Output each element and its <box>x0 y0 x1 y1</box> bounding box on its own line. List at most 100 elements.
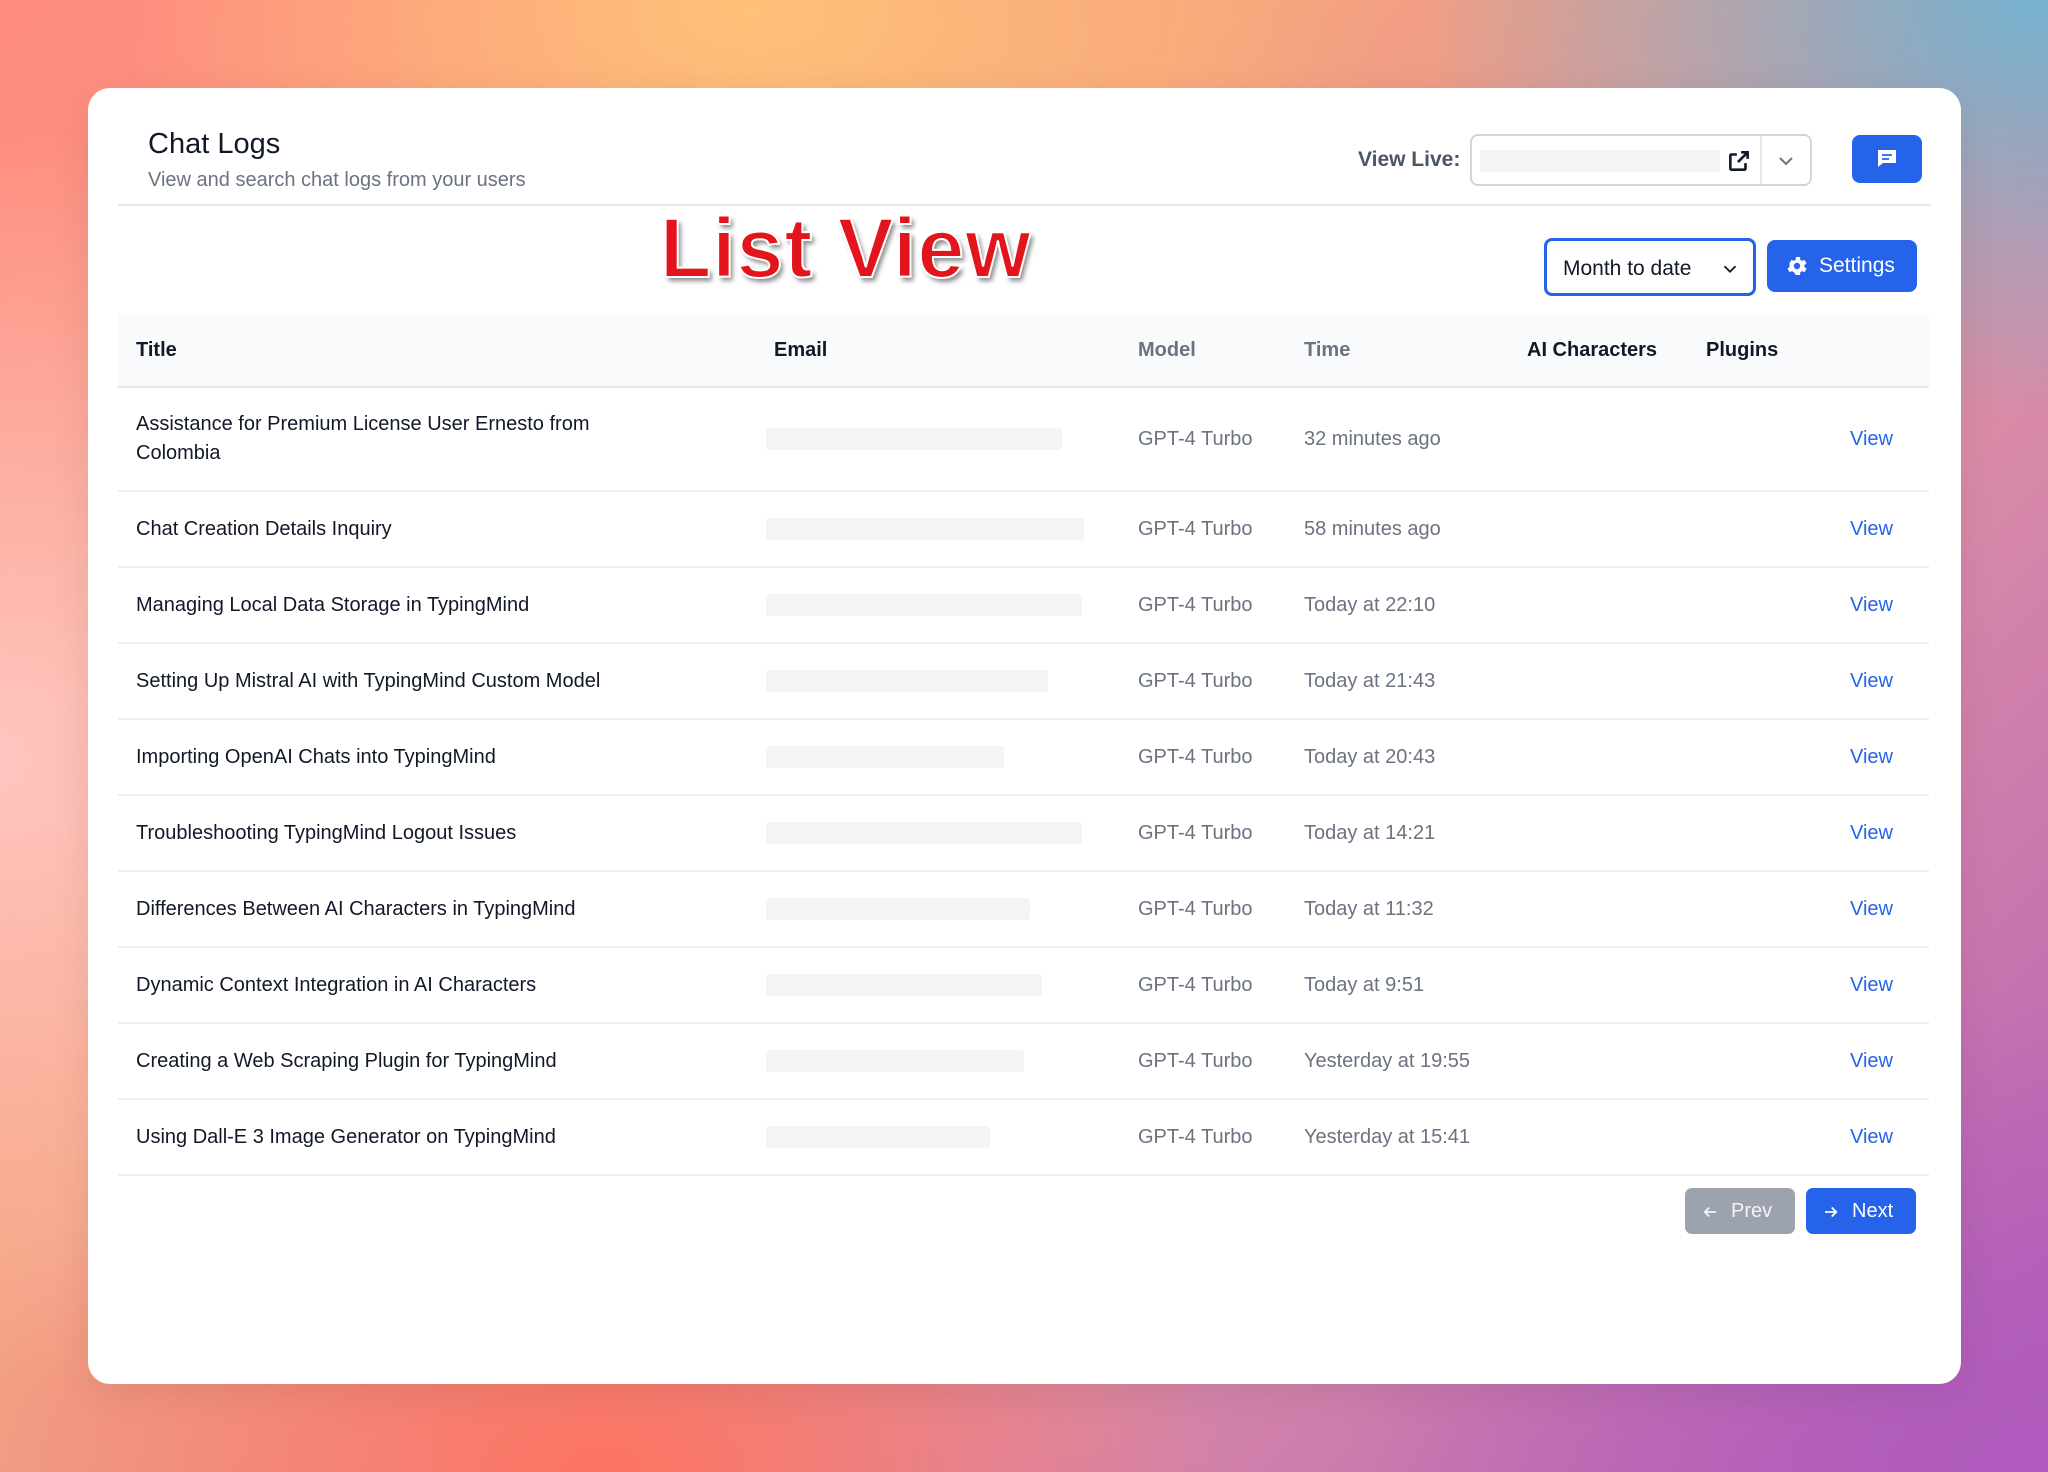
row-email-redacted <box>766 428 1062 450</box>
row-plugins <box>1706 947 1826 1024</box>
row-model: GPT-4 Turbo <box>1138 567 1304 644</box>
table-row[interactable]: Setting Up Mistral AI with TypingMind Cu… <box>118 643 1929 720</box>
row-model: GPT-4 Turbo <box>1138 1099 1304 1176</box>
view-link[interactable]: View <box>1850 428 1893 450</box>
list-view-overlay-label: List View <box>659 200 1032 296</box>
row-time: 32 minutes ago <box>1304 387 1527 492</box>
row-model: GPT-4 Turbo <box>1138 947 1304 1024</box>
row-email-redacted <box>766 594 1082 616</box>
chevron-down-icon[interactable] <box>1774 149 1798 173</box>
chevron-down-icon <box>1723 265 1737 274</box>
table-row[interactable]: Assistance for Premium License User Erne… <box>118 387 1929 492</box>
view-live-select[interactable] <box>1470 134 1812 186</box>
row-model: GPT-4 Turbo <box>1138 719 1304 796</box>
row-title: Importing OpenAI Chats into TypingMind <box>136 745 496 768</box>
row-title: Managing Local Data Storage in TypingMin… <box>136 593 530 616</box>
view-link[interactable]: View <box>1850 594 1893 616</box>
row-title: Differences Between AI Characters in Typ… <box>136 897 576 920</box>
row-title: Troubleshooting TypingMind Logout Issues <box>136 821 517 844</box>
period-select[interactable]: Month to date <box>1544 238 1756 296</box>
table-row[interactable]: Chat Creation Details Inquiry GPT-4 Turb… <box>118 491 1929 568</box>
view-link[interactable]: View <box>1850 1050 1893 1072</box>
chat-logs-card: Chat Logs View and search chat logs from… <box>88 88 1961 1384</box>
row-ai-characters <box>1527 387 1706 492</box>
row-time: 58 minutes ago <box>1304 491 1527 568</box>
table-row[interactable]: Troubleshooting TypingMind Logout Issues… <box>118 795 1929 872</box>
row-model: GPT-4 Turbo <box>1138 643 1304 720</box>
row-title: Creating a Web Scraping Plugin for Typin… <box>136 1049 557 1072</box>
period-select-value: Month to date <box>1563 257 1692 280</box>
row-plugins <box>1706 491 1826 568</box>
row-time: Yesterday at 15:41 <box>1304 1099 1527 1176</box>
view-link[interactable]: View <box>1850 746 1893 768</box>
row-email-redacted <box>766 1050 1024 1072</box>
row-email-redacted <box>766 822 1082 844</box>
view-link[interactable]: View <box>1850 518 1893 540</box>
row-ai-characters <box>1527 795 1706 872</box>
row-plugins <box>1706 1023 1826 1100</box>
page-header: Chat Logs View and search chat logs from… <box>118 88 1931 206</box>
view-live-value[interactable] <box>1480 150 1720 172</box>
next-page-button[interactable]: Next <box>1806 1188 1916 1234</box>
table-row[interactable]: Dynamic Context Integration in AI Charac… <box>118 947 1929 1024</box>
prev-page-button[interactable]: Prev <box>1685 1188 1795 1234</box>
select-divider <box>1760 136 1762 184</box>
row-title: Dynamic Context Integration in AI Charac… <box>136 973 537 996</box>
open-chat-button[interactable] <box>1852 135 1922 183</box>
row-email-redacted <box>766 518 1084 540</box>
view-link[interactable]: View <box>1850 670 1893 692</box>
chat-logs-table: Title Email Model Time AI Characters Plu… <box>118 315 1929 1176</box>
column-header-ai-characters[interactable]: AI Characters <box>1527 315 1706 388</box>
column-header-email[interactable]: Email <box>774 315 1138 388</box>
row-plugins <box>1706 795 1826 872</box>
row-model: GPT-4 Turbo <box>1138 491 1304 568</box>
row-plugins <box>1706 567 1826 644</box>
table-row[interactable]: Using Dall-E 3 Image Generator on Typing… <box>118 1099 1929 1176</box>
table-row[interactable]: Importing OpenAI Chats into TypingMind G… <box>118 719 1929 796</box>
column-header-actions <box>1826 315 1929 388</box>
row-title: Chat Creation Details Inquiry <box>136 517 392 540</box>
row-title: Setting Up Mistral AI with TypingMind Cu… <box>136 669 601 692</box>
row-ai-characters <box>1527 947 1706 1024</box>
column-header-time[interactable]: Time <box>1304 315 1527 388</box>
next-button-label: Next <box>1852 1200 1894 1222</box>
row-ai-characters <box>1527 567 1706 644</box>
table-row[interactable]: Differences Between AI Characters in Typ… <box>118 871 1929 948</box>
row-model: GPT-4 Turbo <box>1138 871 1304 948</box>
row-email-redacted <box>766 898 1030 920</box>
column-header-title[interactable]: Title <box>118 315 774 388</box>
row-title: Using Dall-E 3 Image Generator on Typing… <box>136 1125 556 1148</box>
row-ai-characters <box>1527 1023 1706 1100</box>
column-header-model[interactable]: Model <box>1138 315 1304 388</box>
view-link[interactable]: View <box>1850 974 1893 996</box>
arrow-left-icon <box>1703 1206 1716 1218</box>
prev-button-label: Prev <box>1731 1200 1773 1222</box>
settings-button[interactable]: Settings <box>1767 240 1917 292</box>
external-link-icon[interactable] <box>1726 148 1752 174</box>
row-email-redacted <box>766 974 1042 996</box>
row-model: GPT-4 Turbo <box>1138 1023 1304 1100</box>
chat-bubble-icon <box>1878 150 1896 167</box>
page-title: Chat Logs <box>148 128 281 160</box>
row-email-redacted <box>766 746 1004 768</box>
row-plugins <box>1706 719 1826 796</box>
row-ai-characters <box>1527 1099 1706 1176</box>
row-ai-characters <box>1527 871 1706 948</box>
row-title: Assistance for Premium License User Erne… <box>136 413 590 464</box>
view-link[interactable]: View <box>1850 822 1893 844</box>
row-time: Today at 22:10 <box>1304 567 1527 644</box>
row-ai-characters <box>1527 643 1706 720</box>
row-time: Today at 11:32 <box>1304 871 1527 948</box>
page-subtitle: View and search chat logs from your user… <box>148 169 526 191</box>
table-row[interactable]: Managing Local Data Storage in TypingMin… <box>118 567 1929 644</box>
row-plugins <box>1706 643 1826 720</box>
column-header-plugins[interactable]: Plugins <box>1706 315 1826 388</box>
row-time: Today at 9:51 <box>1304 947 1527 1024</box>
view-link[interactable]: View <box>1850 898 1893 920</box>
table-header-row: Title Email Model Time AI Characters Plu… <box>118 315 1929 388</box>
row-time: Today at 21:43 <box>1304 643 1527 720</box>
view-link[interactable]: View <box>1850 1126 1893 1148</box>
view-live-label: View Live: <box>1358 148 1461 171</box>
table-row[interactable]: Creating a Web Scraping Plugin for Typin… <box>118 1023 1929 1100</box>
row-model: GPT-4 Turbo <box>1138 387 1304 492</box>
